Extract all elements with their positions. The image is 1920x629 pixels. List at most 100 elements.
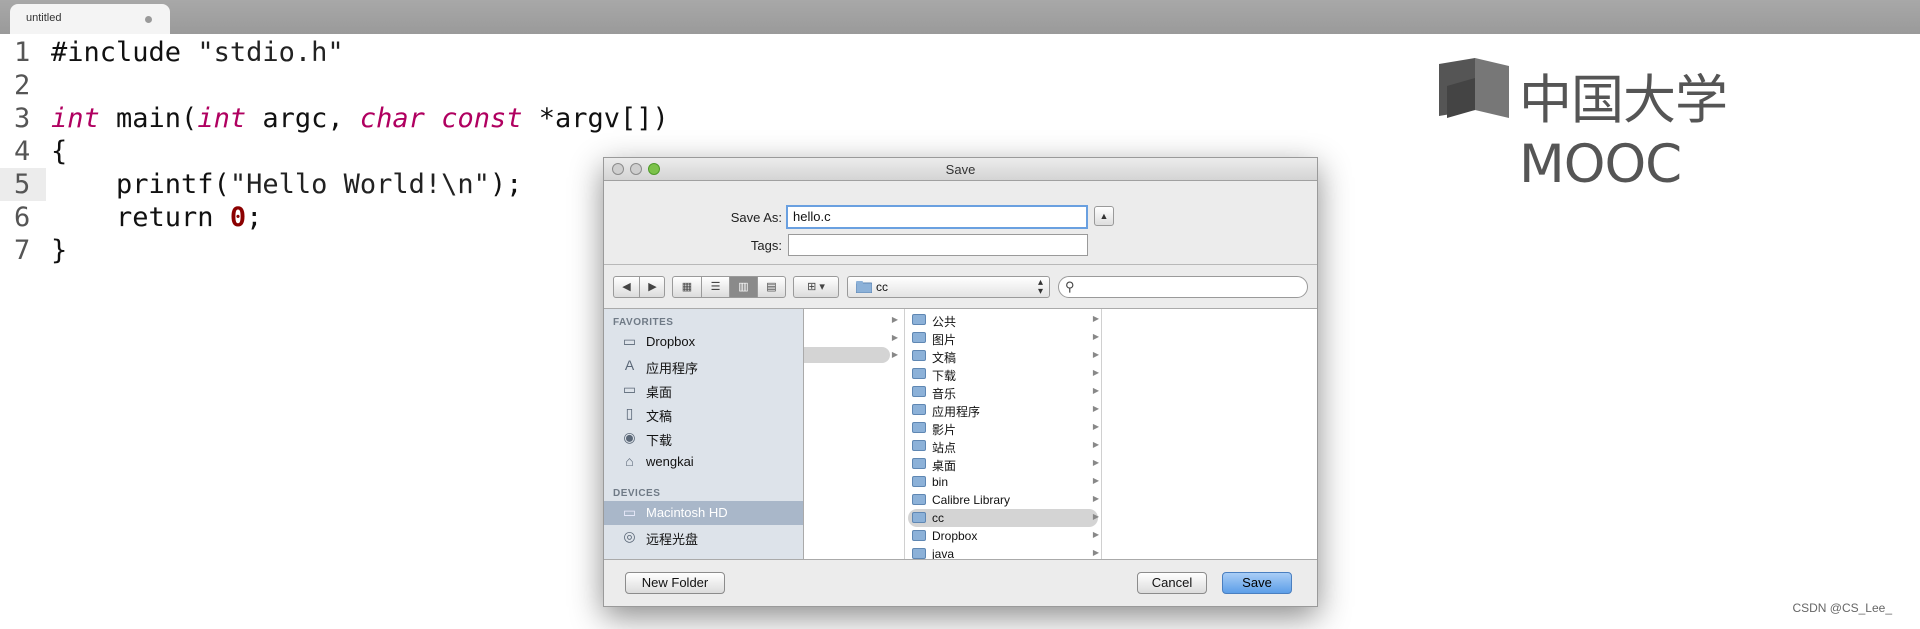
- folder-row-label: bin: [932, 475, 949, 489]
- folder-row-label: cc: [932, 511, 944, 525]
- code-token: return: [51, 202, 230, 233]
- view-mode-buttons: ▦ ☰ ▥ ▤: [672, 276, 786, 298]
- coverflow-view-icon[interactable]: ▤: [758, 277, 785, 297]
- code-token: "Hello World!\n": [229, 169, 490, 200]
- cancel-button[interactable]: Cancel: [1137, 572, 1207, 594]
- remote-disc-icon: ◎: [623, 528, 636, 544]
- line-number: 4: [14, 136, 31, 167]
- sidebar-item-applications[interactable]: A 应用程序: [604, 354, 803, 378]
- disclosure-arrow-icon: ▶: [1092, 386, 1099, 395]
- folder-row[interactable]: 音乐 ▶: [906, 383, 1101, 401]
- folder-row[interactable]: 影片 ▶: [906, 419, 1101, 437]
- folder-icon: ▭: [622, 333, 637, 349]
- save-as-label: Save As:: [730, 210, 782, 225]
- code-token: main(: [99, 103, 198, 134]
- sidebar-item-desktop[interactable]: ▭ 桌面: [604, 378, 803, 402]
- folder-row[interactable]: 文稿 ▶: [906, 347, 1101, 365]
- folder-row[interactable]: 图片 ▶: [906, 329, 1101, 347]
- forward-arrow-icon[interactable]: ▶: [640, 277, 665, 297]
- code-token: int: [51, 103, 100, 134]
- tags-field[interactable]: [788, 234, 1088, 256]
- arrange-menu-button[interactable]: ⊞ ▾: [793, 276, 839, 298]
- folder-row[interactable]: 桌面 ▶: [906, 455, 1101, 473]
- search-icon: ⚲: [1065, 279, 1075, 294]
- line-number: 7: [14, 235, 31, 266]
- folder-row[interactable]: cc ▶: [906, 509, 1101, 527]
- folder-row[interactable]: 应用程序 ▶: [906, 401, 1101, 419]
- sidebar-item-documents[interactable]: ▯ 文稿: [604, 402, 803, 426]
- disclosure-arrow-icon: ▶: [1092, 368, 1099, 377]
- code-token: int: [197, 103, 247, 134]
- disclosure-arrow-icon: ▶: [1092, 476, 1099, 485]
- dialog-title: Save: [945, 162, 976, 177]
- favorites-header: FAVORITES: [613, 317, 674, 328]
- folder-icon: [912, 476, 926, 487]
- sidebar-item-macintosh-hd[interactable]: ▭ Macintosh HD: [604, 501, 803, 525]
- save-button[interactable]: Save: [1222, 572, 1292, 594]
- sidebar-item-label: Macintosh HD: [646, 505, 728, 520]
- tab-title: untitled: [26, 12, 62, 24]
- folder-icon: [912, 332, 926, 343]
- save-as-field[interactable]: hello.c: [786, 205, 1088, 229]
- sidebar-item-label: Dropbox: [646, 334, 696, 349]
- sidebar-item-dropbox[interactable]: ▭ Dropbox: [604, 330, 803, 354]
- folder-icon: [912, 512, 926, 523]
- folder-row[interactable]: 站点 ▶: [906, 437, 1101, 455]
- tags-label: Tags:: [750, 238, 782, 253]
- line-number: 3: [14, 103, 31, 134]
- watermark: CSDN @CS_Lee_: [1792, 601, 1892, 615]
- expand-dialog-button[interactable]: ▲: [1094, 206, 1114, 226]
- list-view-icon[interactable]: ☰: [702, 277, 729, 297]
- sidebar-item-label: 远程光盘: [646, 532, 699, 547]
- logo-text: 中国大学MOOC: [1519, 70, 1728, 195]
- folder-icon: [912, 458, 926, 469]
- search-field[interactable]: ⚲: [1058, 276, 1308, 298]
- code-token: "stdio.h": [197, 37, 344, 68]
- folder-row[interactable]: 公共 ▶: [906, 311, 1101, 329]
- code-token: }: [51, 235, 68, 266]
- sidebar-item-downloads[interactable]: ◉ 下载: [604, 426, 803, 450]
- code-token: );: [489, 169, 523, 200]
- browser-column-1[interactable]: ▶ ▶ ▶: [804, 309, 905, 559]
- icon-view-icon[interactable]: ▦: [673, 277, 701, 297]
- unsaved-dot-icon[interactable]: [145, 16, 152, 23]
- file-browser: FAVORITES ▭ Dropbox A 应用程序 ▭ 桌面 ▯ 文稿 ◉ 下…: [604, 308, 1317, 560]
- browser-column-2: 公共 ▶ 图片 ▶ 文稿 ▶ 下载 ▶ 音乐 ▶ 应用程序 ▶ 影片 ▶ 站点 ▶ 桌面 ▶ bin ▶ Calibre…: [906, 309, 1102, 559]
- new-folder-button[interactable]: New Folder: [625, 572, 725, 594]
- disclosure-arrow-icon: ▶: [1092, 440, 1099, 449]
- sidebar-item-label: 下载: [646, 433, 673, 448]
- applications-icon: A: [624, 357, 635, 373]
- desktop-icon: ▭: [622, 381, 637, 397]
- folder-row[interactable]: 下载 ▶: [906, 365, 1101, 383]
- code-token: #include: [51, 37, 198, 68]
- popup-arrows-icon: ▴ ▾: [1037, 277, 1043, 297]
- sidebar: FAVORITES ▭ Dropbox A 应用程序 ▭ 桌面 ▯ 文稿 ◉ 下…: [604, 309, 804, 559]
- folder-row-label: java: [932, 547, 955, 560]
- folder-row-label: 桌面: [932, 459, 957, 473]
- sidebar-item-label: 桌面: [646, 385, 673, 400]
- folder-row[interactable]: java ▶: [906, 545, 1101, 560]
- book-logo-icon: [1439, 58, 1509, 118]
- folder-icon: [912, 422, 926, 433]
- folder-row-label: 应用程序: [932, 405, 981, 419]
- folder-row-label: 文稿: [932, 351, 957, 365]
- selected-row[interactable]: [804, 347, 890, 363]
- code-token: printf(: [51, 169, 230, 200]
- folder-row-label: 影片: [932, 423, 957, 437]
- column-view-icon[interactable]: ▥: [730, 277, 757, 297]
- sidebar-item-remote-disc[interactable]: ◎ 远程光盘: [604, 525, 803, 549]
- folder-icon: [912, 530, 926, 541]
- back-arrow-icon[interactable]: ◀: [614, 277, 639, 297]
- folder-icon: [912, 494, 926, 505]
- folder-icon: [912, 314, 926, 325]
- sidebar-item-home[interactable]: ⌂ wengkai: [604, 450, 803, 474]
- folder-row-label: 图片: [932, 333, 957, 347]
- tab-untitled[interactable]: untitled: [10, 4, 170, 34]
- folder-row-label: Dropbox: [932, 529, 978, 543]
- folder-row[interactable]: bin ▶: [906, 473, 1101, 491]
- folder-row[interactable]: Calibre Library ▶: [906, 491, 1101, 509]
- line-number: 1: [14, 37, 31, 68]
- folder-row[interactable]: Dropbox ▶: [906, 527, 1101, 545]
- folder-icon: [855, 281, 873, 296]
- location-popup[interactable]: cc ▴ ▾: [847, 276, 1050, 298]
